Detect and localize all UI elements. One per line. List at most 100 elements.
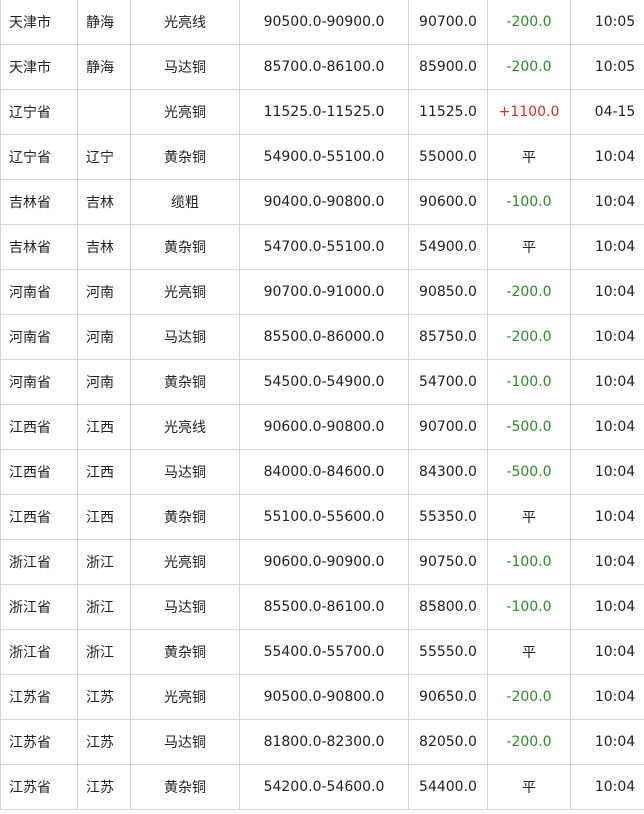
change-cell: 平 (487, 494, 571, 540)
price-range-cell: 84000.0-84600.0 (239, 449, 409, 495)
province-cell: 吉林省 (0, 224, 78, 270)
city-cell: 浙江 (77, 584, 131, 630)
table-row: 辽宁省 辽宁 黄杂铜 54900.0-55100.0 55000.0 平 10:04 (0, 134, 644, 180)
city-cell: 河南 (77, 269, 131, 315)
city-cell: 江西 (77, 494, 131, 540)
city-cell: 江苏 (77, 674, 131, 720)
table-row: 河南省 河南 马达铜 85500.0-86000.0 85750.0 -200.0 10:0… (0, 314, 644, 360)
province-cell: 吉林省 (0, 179, 78, 225)
time-cell: 10:04 (570, 494, 644, 540)
product-cell: 光亮铜 (130, 89, 240, 135)
average-price-cell: 54700.0 (408, 359, 488, 405)
product-cell: 光亮线 (130, 404, 240, 450)
province-cell: 江苏省 (0, 674, 78, 720)
city-cell: 浙江 (77, 539, 131, 585)
average-price-cell: 55000.0 (408, 134, 488, 180)
change-cell: -500.0 (487, 404, 571, 450)
product-cell: 马达铜 (130, 314, 240, 360)
city-cell: 静海 (77, 0, 131, 45)
time-cell: 10:04 (570, 134, 644, 180)
product-cell: 黄杂铜 (130, 629, 240, 675)
province-cell: 天津市 (0, 0, 78, 45)
price-range-cell: 90600.0-90800.0 (239, 404, 409, 450)
change-cell: -200.0 (487, 0, 571, 45)
product-cell: 黄杂铜 (130, 494, 240, 540)
table-row: 江苏省 江苏 光亮铜 90500.0-90800.0 90650.0 -200.0 10:0… (0, 674, 644, 720)
product-cell: 马达铜 (130, 584, 240, 630)
province-cell: 江西省 (0, 404, 78, 450)
change-cell: -100.0 (487, 584, 571, 630)
table-row: 浙江省 浙江 黄杂铜 55400.0-55700.0 55550.0 平 10:04 (0, 629, 644, 675)
time-cell: 10:04 (570, 674, 644, 720)
price-range-cell: 55100.0-55600.0 (239, 494, 409, 540)
price-range-cell: 54900.0-55100.0 (239, 134, 409, 180)
product-cell: 马达铜 (130, 449, 240, 495)
price-range-cell: 54500.0-54900.0 (239, 359, 409, 405)
province-cell: 辽宁省 (0, 134, 78, 180)
change-cell: 平 (487, 134, 571, 180)
table-row: 吉林省 吉林 黄杂铜 54700.0-55100.0 54900.0 平 10:04 (0, 224, 644, 270)
price-range-cell: 85500.0-86000.0 (239, 314, 409, 360)
average-price-cell: 55350.0 (408, 494, 488, 540)
product-cell: 光亮铜 (130, 269, 240, 315)
average-price-cell: 84300.0 (408, 449, 488, 495)
product-cell: 马达铜 (130, 44, 240, 90)
city-cell: 静海 (77, 44, 131, 90)
table-row: 天津市 静海 马达铜 85700.0-86100.0 85900.0 -200.0 10:0… (0, 44, 644, 90)
time-cell: 10:04 (570, 314, 644, 360)
change-cell: -200.0 (487, 44, 571, 90)
time-cell: 10:05 (570, 0, 644, 45)
average-price-cell: 90650.0 (408, 674, 488, 720)
price-range-cell: 11525.0-11525.0 (239, 89, 409, 135)
time-cell: 10:04 (570, 764, 644, 810)
province-cell: 河南省 (0, 314, 78, 360)
province-cell: 浙江省 (0, 539, 78, 585)
city-cell: 辽宁 (77, 134, 131, 180)
table-row: 江西省 江西 光亮线 90600.0-90800.0 90700.0 -500.0 10:0… (0, 404, 644, 450)
change-cell: -100.0 (487, 359, 571, 405)
change-cell: +1100.0 (487, 89, 571, 135)
average-price-cell: 55550.0 (408, 629, 488, 675)
province-cell: 江西省 (0, 494, 78, 540)
product-cell: 光亮铜 (130, 674, 240, 720)
table-row: 河南省 河南 黄杂铜 54500.0-54900.0 54700.0 -100.0 10:0… (0, 359, 644, 405)
time-cell: 10:04 (570, 719, 644, 765)
city-cell: 江苏 (77, 719, 131, 765)
price-range-cell: 54200.0-54600.0 (239, 764, 409, 810)
province-cell: 江西省 (0, 449, 78, 495)
change-cell: -200.0 (487, 269, 571, 315)
average-price-cell: 54900.0 (408, 224, 488, 270)
product-cell: 缆粗 (130, 179, 240, 225)
change-cell: 平 (487, 224, 571, 270)
price-range-cell: 90600.0-90900.0 (239, 539, 409, 585)
table-row: 浙江省 浙江 光亮铜 90600.0-90900.0 90750.0 -100.0 10:0… (0, 539, 644, 585)
average-price-cell: 11525.0 (408, 89, 488, 135)
time-cell: 10:04 (570, 179, 644, 225)
change-cell: 平 (487, 764, 571, 810)
average-price-cell: 90700.0 (408, 0, 488, 45)
change-cell: -200.0 (487, 719, 571, 765)
province-cell: 天津市 (0, 44, 78, 90)
price-table-body: 天津市 静海 光亮线 90500.0-90900.0 90700.0 -200.0 10:0… (0, 0, 644, 810)
table-row: 江西省 江西 黄杂铜 55100.0-55600.0 55350.0 平 10:04 (0, 494, 644, 540)
time-cell: 10:05 (570, 44, 644, 90)
average-price-cell: 85900.0 (408, 44, 488, 90)
change-cell: -100.0 (487, 179, 571, 225)
city-cell: 江西 (77, 404, 131, 450)
average-price-cell: 90600.0 (408, 179, 488, 225)
product-cell: 光亮线 (130, 0, 240, 45)
product-cell: 黄杂铜 (130, 134, 240, 180)
time-cell: 10:04 (570, 359, 644, 405)
average-price-cell: 85750.0 (408, 314, 488, 360)
time-cell: 10:04 (570, 404, 644, 450)
province-cell: 浙江省 (0, 584, 78, 630)
average-price-cell: 90700.0 (408, 404, 488, 450)
product-cell: 黄杂铜 (130, 359, 240, 405)
province-cell: 河南省 (0, 269, 78, 315)
average-price-cell: 54400.0 (408, 764, 488, 810)
price-range-cell: 90500.0-90900.0 (239, 0, 409, 45)
average-price-cell: 90750.0 (408, 539, 488, 585)
price-range-cell: 90700.0-91000.0 (239, 269, 409, 315)
product-cell: 黄杂铜 (130, 224, 240, 270)
time-cell: 10:04 (570, 269, 644, 315)
